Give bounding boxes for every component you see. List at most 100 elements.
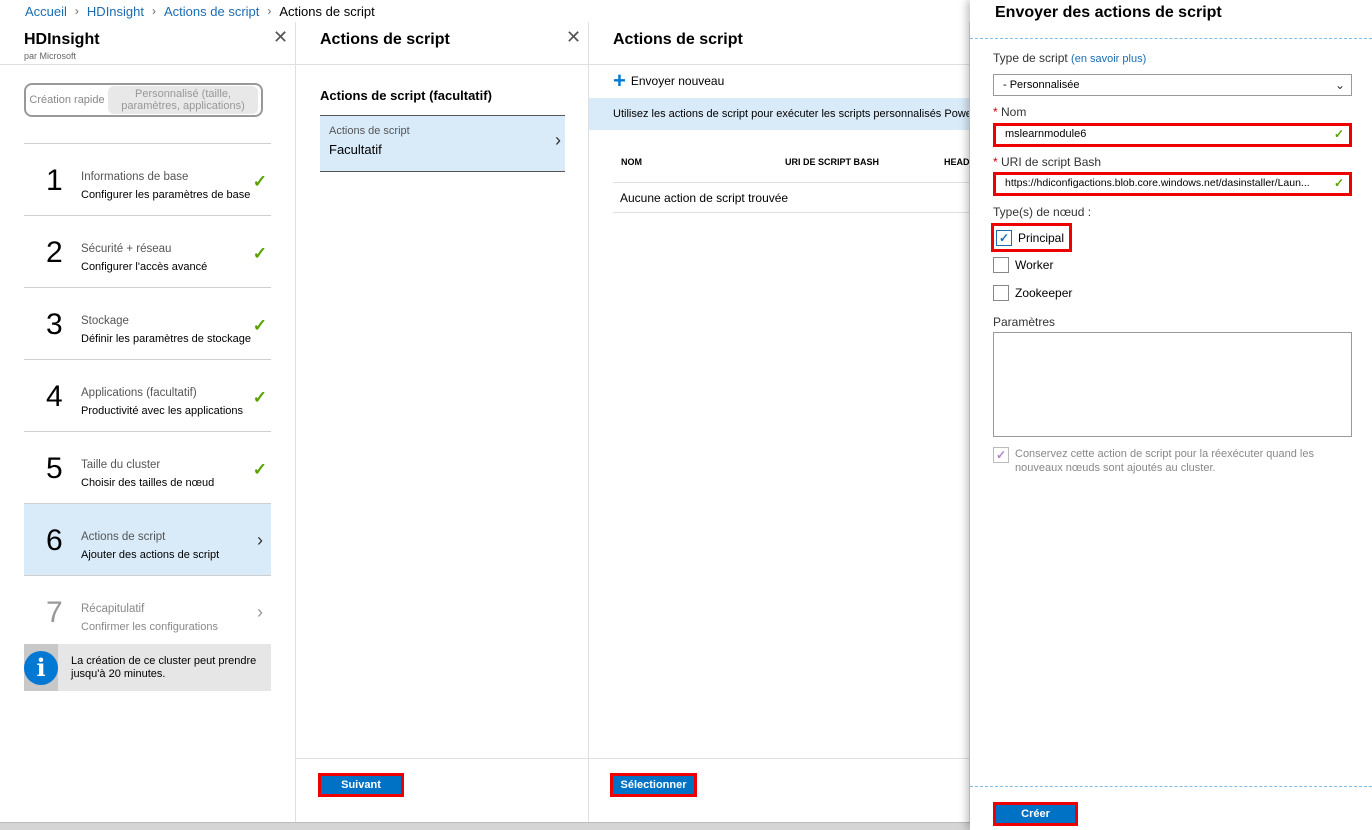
step-applications[interactable]: 4 Applications (facultatif) Productivité… <box>24 359 271 431</box>
chevron-right-icon: › <box>257 602 263 622</box>
breadcrumb-current: Actions de script <box>279 3 375 19</box>
uri-value: https://hdiconfigactions.blob.core.windo… <box>1005 177 1310 189</box>
mode-toggle: Création rapide Personnalisé (taille, pa… <box>24 83 263 117</box>
quick-create-option[interactable]: Création rapide <box>26 94 108 106</box>
blade-footer: Suivant <box>296 758 588 822</box>
step-subtitle: Productivité avec les applications <box>81 405 244 417</box>
node-type-zookeeper[interactable]: Zookeeper <box>993 282 1072 304</box>
item-label: Actions de script <box>329 125 410 137</box>
step-script-actions[interactable]: 6 Actions de script Ajouter des actions … <box>24 503 271 575</box>
info-banner: i La création de ce cluster peut prendre… <box>24 644 271 691</box>
blade-title: Actions de script <box>320 31 450 48</box>
name-input[interactable]: mslearnmodule6 ✓ <box>993 123 1352 147</box>
breadcrumb-separator: › <box>152 4 156 18</box>
step-cluster-size[interactable]: 5 Taille du cluster Choisir des tailles … <box>24 431 271 503</box>
checkmark-icon: ✓ <box>1333 127 1344 141</box>
script-list-blade: Actions de script + Envoyer nouveau Util… <box>589 22 970 822</box>
step-summary[interactable]: 7 Récapitulatif Confirmer les configurat… <box>24 575 271 647</box>
submit-new-button[interactable]: + Envoyer nouveau <box>613 68 725 93</box>
step-title: Informations de base <box>81 171 189 183</box>
step-security-network[interactable]: 2 Sécurité + réseau Configurer l'accès a… <box>24 215 271 287</box>
column-header-name[interactable]: NOM <box>621 157 642 167</box>
persist-label: Conservez cette action de script pour la… <box>1015 448 1314 474</box>
breadcrumb-separator: › <box>267 4 272 18</box>
table-header: NOM URI DE SCRIPT BASH HEAD <box>613 148 970 183</box>
name-label-text: Nom <box>1001 105 1027 119</box>
column-header-head[interactable]: HEAD <box>944 157 970 167</box>
parameters-textarea[interactable] <box>993 332 1352 437</box>
divider <box>589 64 969 65</box>
item-value: Facultatif <box>329 142 382 157</box>
node-type-worker[interactable]: Worker <box>993 254 1053 276</box>
divider <box>970 38 1372 39</box>
step-number: 6 <box>46 524 63 557</box>
script-actions-blade: Actions de script ✕ Actions de script (f… <box>296 22 589 822</box>
node-type-principal[interactable]: ✓ Principal <box>991 223 1073 252</box>
step-subtitle: Choisir des tailles de nœud <box>81 477 215 489</box>
checkbox-checked-icon[interactable]: ✓ <box>993 447 1009 463</box>
submit-new-label: Envoyer nouveau <box>630 74 725 88</box>
close-icon[interactable]: ✕ <box>273 28 288 46</box>
horizontal-scrollbar[interactable] <box>0 822 970 830</box>
step-number: 2 <box>46 236 63 269</box>
column-header-uri[interactable]: URI DE SCRIPT BASH <box>785 157 879 167</box>
name-value: mslearnmodule6 <box>1005 128 1087 140</box>
checkbox-icon[interactable] <box>993 257 1009 273</box>
uri-input[interactable]: https://hdiconfigactions.blob.core.windo… <box>993 172 1352 196</box>
persist-option[interactable]: ✓ Conservez cette action de script pour … <box>993 447 1353 475</box>
blade-subtitle: par Microsoft <box>24 51 77 61</box>
next-button[interactable]: Suivant <box>318 773 404 797</box>
step-title: Taille du cluster <box>81 459 161 471</box>
script-type-label: Type de script (en savoir plus) <box>993 51 1146 65</box>
name-label: * Nom <box>993 105 1026 119</box>
breadcrumb-hdinsight[interactable]: HDInsight <box>87 4 144 19</box>
node-type-label: Principal <box>1018 230 1065 245</box>
create-button[interactable]: Créer <box>993 802 1078 826</box>
required-mark: * <box>993 155 998 169</box>
wizard-steps: 1 Informations de base Configurer les pa… <box>24 143 271 647</box>
checkmark-icon: ✓ <box>252 244 267 263</box>
breadcrumb-script-actions[interactable]: Actions de script <box>164 4 259 19</box>
required-mark: * <box>993 105 998 119</box>
step-subtitle: Configurer l'accès avancé <box>81 261 208 273</box>
info-icon: i <box>24 650 58 685</box>
checkbox-icon[interactable] <box>993 285 1009 301</box>
info-strip: Utilisez les actions de script pour exéc… <box>589 98 969 130</box>
step-subtitle: Ajouter des actions de script <box>81 549 220 561</box>
chevron-down-icon: ⌄ <box>1334 78 1345 92</box>
close-icon[interactable]: ✕ <box>566 28 581 46</box>
step-basics[interactable]: 1 Informations de base Configurer les pa… <box>24 143 271 215</box>
script-actions-item[interactable]: Actions de script Facultatif › <box>320 115 565 172</box>
chevron-right-icon: › <box>555 130 561 150</box>
checkmark-icon: ✓ <box>252 388 267 407</box>
step-subtitle: Configurer les paramètres de base <box>81 189 251 201</box>
checkbox-checked-icon[interactable]: ✓ <box>996 229 1012 246</box>
info-icon-container: i <box>24 644 58 691</box>
hdinsight-blade: HDInsight par Microsoft ✕ Création rapid… <box>0 22 296 822</box>
step-title: Sécurité + réseau <box>81 243 172 255</box>
step-number: 1 <box>46 164 63 197</box>
uri-label: * URI de script Bash <box>993 155 1101 169</box>
step-number: 5 <box>46 452 63 485</box>
empty-table-message: Aucune action de script trouvée <box>613 183 969 213</box>
checkmark-icon: ✓ <box>252 172 267 191</box>
plus-icon: + <box>613 68 626 93</box>
checkmark-icon: ✓ <box>252 316 267 335</box>
custom-option[interactable]: Personnalisé (taille, paramètres, applic… <box>108 86 258 114</box>
node-type-label: Zookeeper <box>1015 286 1073 300</box>
step-subtitle: Confirmer les configurations <box>81 621 218 633</box>
step-number: 4 <box>46 380 63 413</box>
panel-title: Envoyer des actions de script <box>995 4 1222 21</box>
blade-title: HDInsight <box>24 31 100 48</box>
script-type-select[interactable]: - Personnalisée ⌄ <box>993 74 1352 96</box>
checkmark-icon: ✓ <box>1333 176 1344 190</box>
step-title: Actions de script <box>81 531 166 543</box>
breadcrumb-separator: › <box>74 4 79 18</box>
step-storage[interactable]: 3 Stockage Définir les paramètres de sto… <box>24 287 271 359</box>
select-button[interactable]: Sélectionner <box>610 773 697 797</box>
learn-more-link[interactable]: (en savoir plus) <box>1071 53 1146 65</box>
uri-label-text: URI de script Bash <box>1001 155 1102 169</box>
node-types-label: Type(s) de nœud : <box>993 205 1092 219</box>
script-type-value: - Personnalisée <box>1003 79 1080 91</box>
breadcrumb-home[interactable]: Accueil <box>25 4 67 19</box>
